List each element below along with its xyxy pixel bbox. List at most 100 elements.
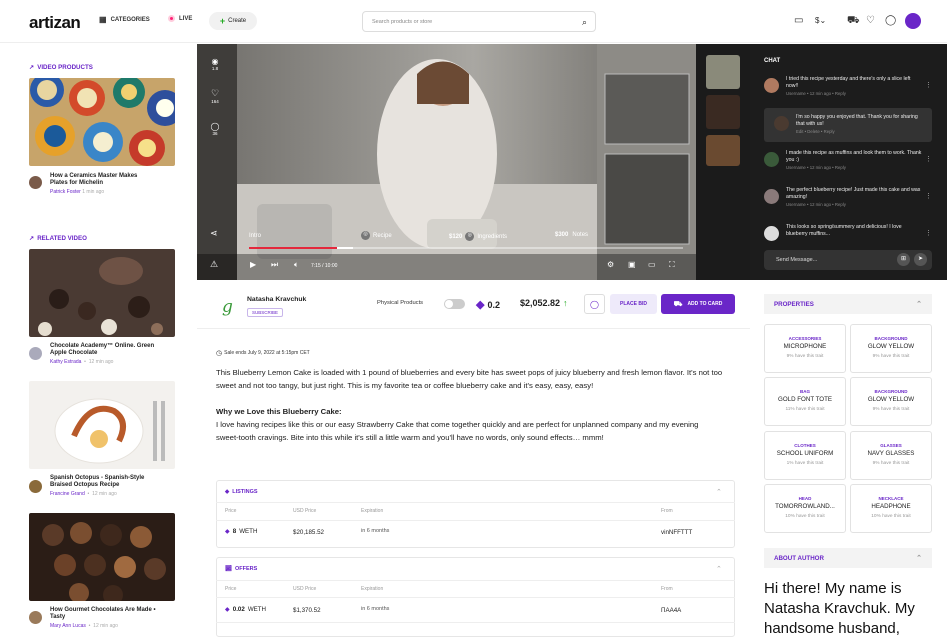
next-icon[interactable]: ⏭ xyxy=(271,260,278,270)
author-avatar[interactable] xyxy=(29,176,42,189)
more-icon[interactable]: ⋮ xyxy=(925,193,932,200)
search-icon[interactable]: ⌕ xyxy=(582,17,587,28)
categories-menu[interactable]: ▦ CATEGORIES xyxy=(99,15,150,24)
offers-heading[interactable]: 📈︎ OFFERS xyxy=(225,566,257,572)
search-input[interactable]: Search products or store ⌕ xyxy=(362,11,596,32)
place-bid-button[interactable]: PLACE BID xyxy=(610,294,657,314)
about-author-heading[interactable]: ABOUT AUTHOR ⌃ xyxy=(764,548,932,568)
author-avatar[interactable] xyxy=(29,611,42,624)
chocolates-box-image xyxy=(29,513,175,601)
views-stat[interactable]: ◉ 1.8 xyxy=(208,57,222,71)
fullscreen-icon[interactable]: ⛶ xyxy=(669,260,675,270)
chapter-ingredients[interactable]: $120 ◎ Ingredients xyxy=(449,232,507,241)
video-products-heading: ↗ VIDEO PRODUCTS xyxy=(29,64,93,71)
send-icon[interactable]: ➤ xyxy=(914,253,927,266)
chapter-intro[interactable]: Intro xyxy=(249,233,261,239)
avatar[interactable] xyxy=(774,116,789,131)
list-item[interactable]: Spanish Octopus - Spanish-Style Braised … xyxy=(50,475,160,497)
divider xyxy=(216,502,735,503)
product-thumb[interactable] xyxy=(706,135,740,166)
comments-button[interactable]: ◯ 36 xyxy=(208,122,222,136)
product-thumb[interactable] xyxy=(706,55,740,89)
plates-image xyxy=(29,78,175,166)
seller-logo[interactable]: g xyxy=(222,297,233,317)
currency-dropdown[interactable]: $⌄ xyxy=(815,16,826,25)
more-icon[interactable]: ⋮ xyxy=(925,82,932,89)
from-link[interactable]: vinNFFTTT xyxy=(661,529,692,536)
subscribe-button[interactable]: SUBSCRIBE xyxy=(247,308,284,317)
add-to-card-button[interactable]: ⛟ ADD TO CARD xyxy=(661,294,735,314)
tag-icon: ◆ xyxy=(225,489,230,495)
physical-label: Physical Products xyxy=(377,300,424,306)
time-display: 7:15 / 10:00 xyxy=(311,263,338,269)
chart-icon: 📈︎ xyxy=(225,566,232,572)
heart-icon[interactable]: ♡ xyxy=(866,15,875,26)
author-avatar[interactable] xyxy=(29,480,42,493)
property-card[interactable]: BAG GOLD FONT TOTE 11% have this trait xyxy=(764,377,846,426)
chevron-up-icon[interactable]: ⌃ xyxy=(716,488,722,496)
divider xyxy=(197,328,750,329)
related-video-thumb[interactable] xyxy=(29,513,175,601)
property-card[interactable]: BACKGROUND GLOW YELLOW 9% have this trait xyxy=(850,324,932,373)
progress-fill xyxy=(249,247,337,249)
avatar[interactable] xyxy=(764,189,779,204)
product-thumb[interactable] xyxy=(706,95,740,129)
property-card[interactable]: NECKLACE HEADPHONE 10% have this trait xyxy=(850,484,932,533)
author-avatar[interactable] xyxy=(29,347,42,360)
video-product-thumb[interactable] xyxy=(29,78,175,166)
property-card[interactable]: HEAD TOMORROWLAND... 10% have this trait xyxy=(764,484,846,533)
list-item[interactable]: Chocolate Academy™ Online. Green Apple C… xyxy=(50,343,160,365)
cart-icon[interactable]: ⛟ xyxy=(847,15,860,28)
property-card[interactable]: GLASSES NAVY GLASSES 9% have this trait xyxy=(850,431,932,480)
kitchen-scene xyxy=(197,44,750,280)
avatar[interactable] xyxy=(764,152,779,167)
table-row: ◆ 0.02 WETH xyxy=(225,606,267,613)
chat-icon[interactable]: ◯ xyxy=(885,15,896,26)
from-link[interactable]: ПAA4A xyxy=(661,607,681,614)
live-link[interactable]: LIVE xyxy=(168,15,192,22)
listings-heading[interactable]: ◆ LISTINGS xyxy=(225,489,258,495)
list-item[interactable]: How a Ceramics Master Makes Plates for M… xyxy=(50,173,150,195)
property-card[interactable]: BACKGROUND GLOW YELLOW 9% have this trait xyxy=(850,377,932,426)
listings-panel xyxy=(216,480,735,548)
gift-icon[interactable]: ⊞ xyxy=(897,253,910,266)
related-video-thumb[interactable] xyxy=(29,249,175,337)
cart-icon: ⛟ xyxy=(673,300,683,308)
volume-icon[interactable]: 🔈︎ xyxy=(294,260,299,270)
chat-seller-button[interactable]: ◯ xyxy=(584,294,605,314)
list-item[interactable]: How Gourmet Chocolates Are Made • Tasty … xyxy=(50,607,160,629)
property-card[interactable]: ACCESSORIES MICROPHONE 9% have this trait xyxy=(764,324,846,373)
ethereum-icon: ◆ xyxy=(225,528,230,535)
ethereum-icon: ◆ xyxy=(476,299,485,311)
report-icon[interactable]: ⚠ xyxy=(210,259,218,270)
logo[interactable]: artizan xyxy=(29,13,81,33)
divider xyxy=(216,580,735,581)
more-icon[interactable]: ⋮ xyxy=(925,230,932,237)
miniplayer-icon[interactable]: ▣ xyxy=(628,260,636,269)
avatar[interactable] xyxy=(764,226,779,241)
wallet-icon[interactable]: ▭ xyxy=(794,15,803,26)
chevron-up-icon[interactable]: ⌃ xyxy=(716,565,722,573)
theater-icon[interactable]: ▭ xyxy=(648,260,656,269)
properties-heading[interactable]: PROPERTIES ⌃ xyxy=(764,294,932,314)
settings-icon[interactable]: ⚙ xyxy=(607,260,614,269)
more-icon[interactable]: ⋮ xyxy=(925,156,932,163)
related-video-thumb[interactable] xyxy=(29,381,175,469)
chapter-recipe[interactable]: ◎ Recipe xyxy=(361,231,392,240)
video-player[interactable]: ◉ 1.8 ♡ 164 ◯ 36 ⋖ ⚠ Intro ◎ Recipe $120… xyxy=(197,44,750,280)
chevron-up-icon[interactable]: ⌃ xyxy=(916,554,922,562)
play-icon[interactable]: ▶ xyxy=(250,260,256,269)
description-2: I love having recipes like this or our e… xyxy=(216,420,699,442)
clock-icon: ◷ xyxy=(216,350,223,357)
chevron-up-icon[interactable]: ⌃ xyxy=(916,300,922,308)
user-avatar[interactable] xyxy=(905,13,921,29)
create-button[interactable]: + Create xyxy=(209,12,257,30)
related-video-heading: ↗ RELATED VIDEO xyxy=(29,235,87,242)
share-icon[interactable]: ⋖ xyxy=(210,228,218,239)
avatar[interactable] xyxy=(764,78,779,93)
like-button[interactable]: ♡ 164 xyxy=(208,88,222,104)
physical-toggle[interactable] xyxy=(444,299,465,309)
property-card[interactable]: CLOTHES SCHOOL UNIFORM 1% have this trait xyxy=(764,431,846,480)
seller-name[interactable]: Natasha Kravchuk xyxy=(247,296,306,303)
chapter-notes[interactable]: $300 Notes xyxy=(555,232,588,238)
